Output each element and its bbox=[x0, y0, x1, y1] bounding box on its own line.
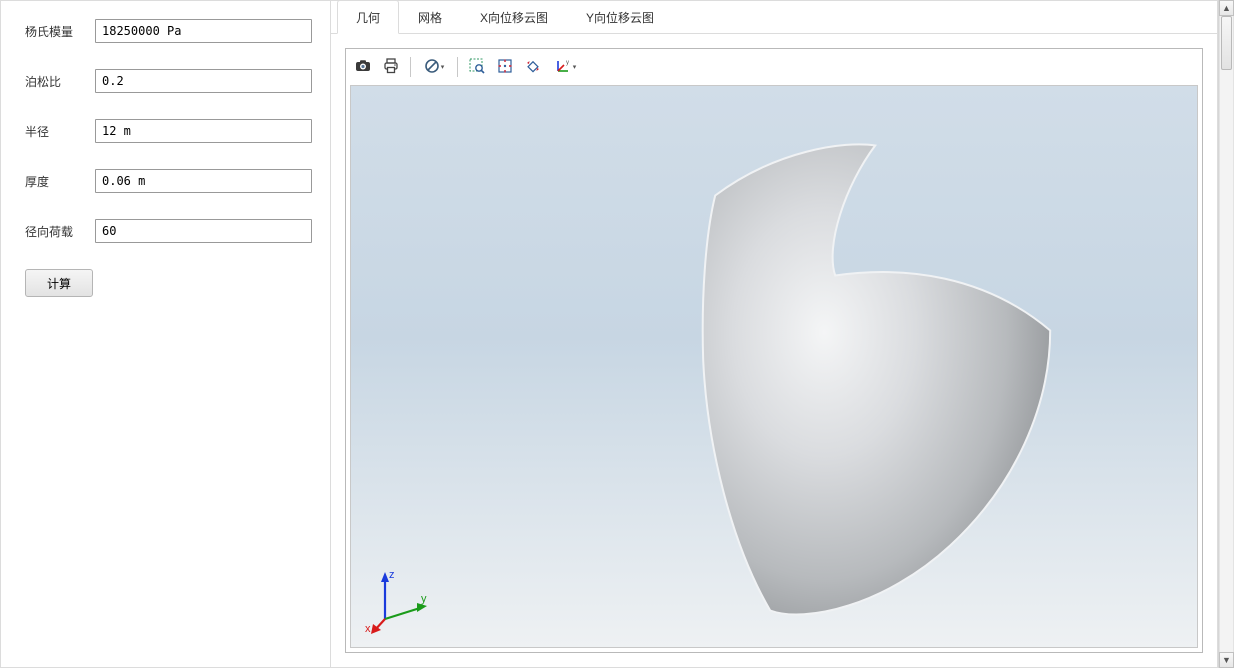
tab-geometry[interactable]: 几何 bbox=[337, 0, 399, 34]
triad-z-label: z bbox=[389, 569, 395, 581]
param-row-poisson-ratio: 泊松比 bbox=[19, 69, 312, 93]
viewer-toolbar: ▾ bbox=[346, 49, 1202, 85]
radius-input[interactable] bbox=[95, 119, 312, 143]
clear-selection-button[interactable]: ▾ bbox=[417, 54, 451, 80]
geometry-viewport[interactable]: z y x bbox=[350, 85, 1198, 648]
param-label: 径向荷载 bbox=[19, 223, 95, 240]
radial-load-input[interactable] bbox=[95, 219, 312, 243]
param-row-radius: 半径 bbox=[19, 119, 312, 143]
axes-triad-icon: y bbox=[554, 57, 572, 78]
tab-y-displacement[interactable]: Y向位移云图 bbox=[567, 0, 673, 34]
window-vertical-scrollbar[interactable]: ▲ ▼ bbox=[1218, 0, 1234, 668]
thickness-input[interactable] bbox=[95, 169, 312, 193]
triad-y-label: y bbox=[421, 593, 427, 605]
param-row-radial-load: 径向荷载 bbox=[19, 219, 312, 243]
viewer-wrap: ▾ bbox=[331, 34, 1217, 667]
rotate-icon bbox=[524, 57, 542, 78]
param-label: 厚度 bbox=[19, 173, 95, 190]
triad-x-label: x bbox=[365, 623, 371, 634]
scroll-down-button[interactable]: ▼ bbox=[1219, 652, 1234, 668]
svg-text:y: y bbox=[566, 60, 569, 66]
view-orientation-button[interactable]: y ▾ bbox=[548, 54, 582, 80]
scroll-track[interactable] bbox=[1219, 16, 1234, 652]
param-label: 泊松比 bbox=[19, 73, 95, 90]
zoom-window-icon bbox=[468, 57, 486, 78]
fit-view-icon bbox=[496, 57, 514, 78]
geometry-shell-surface bbox=[545, 105, 1065, 628]
tab-x-displacement[interactable]: X向位移云图 bbox=[461, 0, 567, 34]
main-area: 几何 网格 X向位移云图 Y向位移云图 bbox=[331, 1, 1217, 667]
youngs-modulus-input[interactable] bbox=[95, 19, 312, 43]
snapshot-button[interactable] bbox=[350, 54, 376, 80]
fit-view-button[interactable] bbox=[492, 54, 518, 80]
print-button[interactable] bbox=[378, 54, 404, 80]
parameters-panel: 杨氏模量 泊松比 半径 厚度 径向荷载 计算 bbox=[1, 1, 331, 667]
chevron-down-icon: ▾ bbox=[441, 63, 445, 71]
viewer-panel: ▾ bbox=[345, 48, 1203, 653]
no-symbol-icon bbox=[424, 58, 440, 77]
compute-button[interactable]: 计算 bbox=[25, 269, 93, 297]
scroll-thumb[interactable] bbox=[1221, 16, 1232, 70]
printer-icon bbox=[382, 57, 400, 78]
poisson-ratio-input[interactable] bbox=[95, 69, 312, 93]
scroll-up-button[interactable]: ▲ bbox=[1219, 0, 1234, 16]
toolbar-separator bbox=[410, 57, 411, 77]
app-root: 杨氏模量 泊松比 半径 厚度 径向荷载 计算 几何 网格 X向位移云图 Y向位移… bbox=[0, 0, 1218, 668]
camera-icon bbox=[354, 57, 372, 78]
toolbar-separator bbox=[457, 57, 458, 77]
param-row-youngs-modulus: 杨氏模量 bbox=[19, 19, 312, 43]
param-label: 杨氏模量 bbox=[19, 23, 95, 40]
chevron-down-icon: ▾ bbox=[573, 63, 577, 71]
zoom-window-button[interactable] bbox=[464, 54, 490, 80]
rotate-view-button[interactable] bbox=[520, 54, 546, 80]
orientation-triad: z y x bbox=[365, 564, 435, 637]
tab-strip: 几何 网格 X向位移云图 Y向位移云图 bbox=[331, 1, 1217, 34]
tab-mesh[interactable]: 网格 bbox=[399, 0, 461, 34]
param-label: 半径 bbox=[19, 123, 95, 140]
param-row-thickness: 厚度 bbox=[19, 169, 312, 193]
